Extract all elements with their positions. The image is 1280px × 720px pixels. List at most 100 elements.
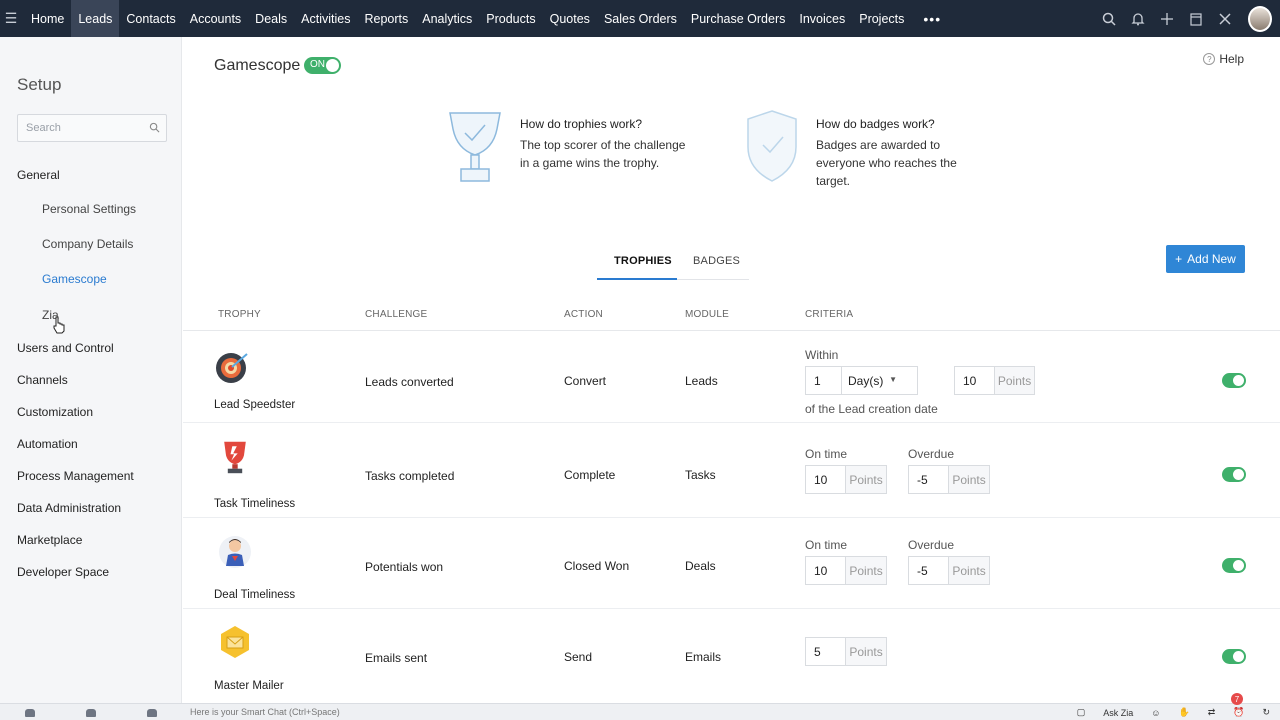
nav-invoices[interactable]: Invoices <box>792 0 852 37</box>
gamescope-toggle[interactable]: ON <box>304 57 341 74</box>
setup-title: Setup <box>17 75 62 94</box>
nav-contacts[interactable]: Contacts <box>119 0 182 37</box>
channels-icon[interactable] <box>85 708 96 717</box>
user-avatar[interactable] <box>1248 5 1272 32</box>
nav-leads[interactable]: Leads <box>71 0 120 37</box>
alarm-icon[interactable]: ⏰ <box>1233 707 1244 718</box>
action-cell: Convert <box>564 374 607 388</box>
smart-chat-input[interactable]: Here is your Smart Chat (Ctrl+Space) <box>190 707 340 717</box>
nav-products[interactable]: Products <box>479 0 542 37</box>
sidebar-section-channels[interactable]: Channels <box>17 373 68 387</box>
table-row: Lead Speedster Leads converted Convert L… <box>183 332 1280 423</box>
column-header-criteria: CRITERIA <box>805 309 854 320</box>
nav-sales-orders[interactable]: Sales Orders <box>597 0 684 37</box>
overdue-points-input[interactable]: -5 Points <box>908 556 990 585</box>
hand-icon[interactable]: ✋ <box>1178 707 1189 718</box>
nav-quotes[interactable]: Quotes <box>543 0 597 37</box>
table-row: Deal Timeliness Potentials won Closed Wo… <box>183 518 1280 609</box>
column-header-module: MODULE <box>685 309 729 320</box>
nav-activities[interactable]: Activities <box>294 0 357 37</box>
plus-icon[interactable] <box>1159 11 1174 26</box>
sidebar-section-process-management[interactable]: Process Management <box>17 469 134 483</box>
chevron-down-icon: ▼ <box>889 375 897 384</box>
sidebar-section-developer-space[interactable]: Developer Space <box>17 565 109 579</box>
within-value-input[interactable]: 1 <box>805 366 842 395</box>
overdue-points-input[interactable]: -5 Points <box>908 465 990 494</box>
badges-info-line-3: target. <box>816 174 851 188</box>
mail-trophy-icon <box>221 626 249 658</box>
table-header: TROPHY CHALLENGE ACTION MODULE CRITERIA <box>183 299 1280 331</box>
tab-badges[interactable]: BADGES <box>693 255 740 267</box>
challenge-cell: Leads converted <box>365 375 454 389</box>
sidebar-item-company-details[interactable]: Company Details <box>42 237 133 251</box>
sidebar-section-automation[interactable]: Automation <box>17 437 78 451</box>
overdue-label: Overdue <box>908 447 955 461</box>
tools-icon[interactable] <box>1217 11 1232 26</box>
sidebar-section-data-administration[interactable]: Data Administration <box>17 501 121 515</box>
sidebar-section-customization[interactable]: Customization <box>17 405 93 419</box>
sidebar-search-input[interactable]: Search <box>17 114 167 142</box>
target-trophy-icon <box>216 353 248 383</box>
module-cell: Deals <box>685 559 716 573</box>
sidebar-section-marketplace[interactable]: Marketplace <box>17 533 82 547</box>
challenge-cell: Tasks completed <box>365 469 455 483</box>
nav-reports[interactable]: Reports <box>357 0 415 37</box>
within-unit-select[interactable]: Day(s) ▼ <box>841 366 918 395</box>
on-time-label: On time <box>805 447 848 461</box>
badges-info-heading: How do badges work? <box>816 117 935 131</box>
action-cell: Complete <box>564 468 616 482</box>
add-new-button[interactable]: + Add New <box>1166 245 1245 273</box>
table-row: Master Mailer Emails sent Send Emails 5 … <box>183 609 1280 700</box>
trophy-enabled-toggle[interactable] <box>1222 649 1246 664</box>
module-cell: Leads <box>685 374 718 388</box>
contacts-icon[interactable] <box>146 708 157 717</box>
nav-projects[interactable]: Projects <box>852 0 911 37</box>
on-time-label: On time <box>805 538 848 552</box>
help-link[interactable]: ? Help <box>1203 52 1244 66</box>
column-header-action: ACTION <box>564 309 603 320</box>
hamburger-menu-icon[interactable]: ☰ <box>2 10 20 27</box>
bottom-bar: Here is your Smart Chat (Ctrl+Space) ▢ A… <box>0 703 1280 720</box>
trophy-name: Task Timeliness <box>214 498 296 510</box>
calendar-icon[interactable] <box>1188 11 1203 26</box>
sidebar-item-personal-settings[interactable]: Personal Settings <box>42 202 136 216</box>
tab-trophies[interactable]: TROPHIES <box>614 255 672 267</box>
nav-more-icon[interactable]: ••• <box>911 0 953 37</box>
robot-icon[interactable]: ☺ <box>1151 708 1160 718</box>
points-input[interactable]: 5 Points <box>805 637 887 666</box>
trophies-info-line-1: The top scorer of the challenge <box>520 138 686 152</box>
overdue-label: Overdue <box>908 538 955 552</box>
nav-home[interactable]: Home <box>24 0 71 37</box>
trophy-enabled-toggle[interactable] <box>1222 467 1246 482</box>
on-time-points-input[interactable]: 10 Points <box>805 465 887 494</box>
trophy-enabled-toggle[interactable] <box>1222 373 1246 388</box>
trophy-name: Master Mailer <box>214 680 284 692</box>
toggle-knob <box>326 59 339 72</box>
help-icon: ? <box>1203 53 1216 65</box>
search-icon <box>149 122 160 133</box>
trophy-enabled-toggle[interactable] <box>1222 558 1246 573</box>
page-title: Gamescope <box>214 57 301 74</box>
challenge-cell: Potentials won <box>365 560 444 574</box>
on-time-points-input[interactable]: 10 Points <box>805 556 887 585</box>
nav-purchase-orders[interactable]: Purchase Orders <box>684 0 792 37</box>
history-icon[interactable]: ↻ <box>1262 707 1270 718</box>
active-tab-indicator <box>597 278 677 280</box>
sidebar-section-users-and-control[interactable]: Users and Control <box>17 341 114 355</box>
sidebar-item-gamescope[interactable]: Gamescope <box>42 272 107 286</box>
nav-deals[interactable]: Deals <box>248 0 294 37</box>
share-icon[interactable]: ⇄ <box>1208 707 1216 718</box>
top-navigation-bar: ☰ Home Leads Contacts Accounts Deals Act… <box>0 0 1280 37</box>
sidebar-section-general[interactable]: General <box>17 168 60 182</box>
bell-icon[interactable] <box>1130 11 1145 26</box>
search-icon[interactable] <box>1101 11 1116 26</box>
points-input[interactable]: 10 Points <box>954 366 1035 395</box>
screen-icon[interactable]: ▢ <box>1077 707 1086 718</box>
nav-analytics[interactable]: Analytics <box>415 0 479 37</box>
chats-icon[interactable] <box>25 708 36 717</box>
module-cell: Tasks <box>685 468 716 482</box>
criteria-footer: of the Lead creation date <box>805 402 938 416</box>
red-cup-trophy-icon <box>224 441 246 474</box>
nav-accounts[interactable]: Accounts <box>183 0 248 37</box>
ask-zia-button[interactable]: Ask Zia <box>1103 708 1133 718</box>
